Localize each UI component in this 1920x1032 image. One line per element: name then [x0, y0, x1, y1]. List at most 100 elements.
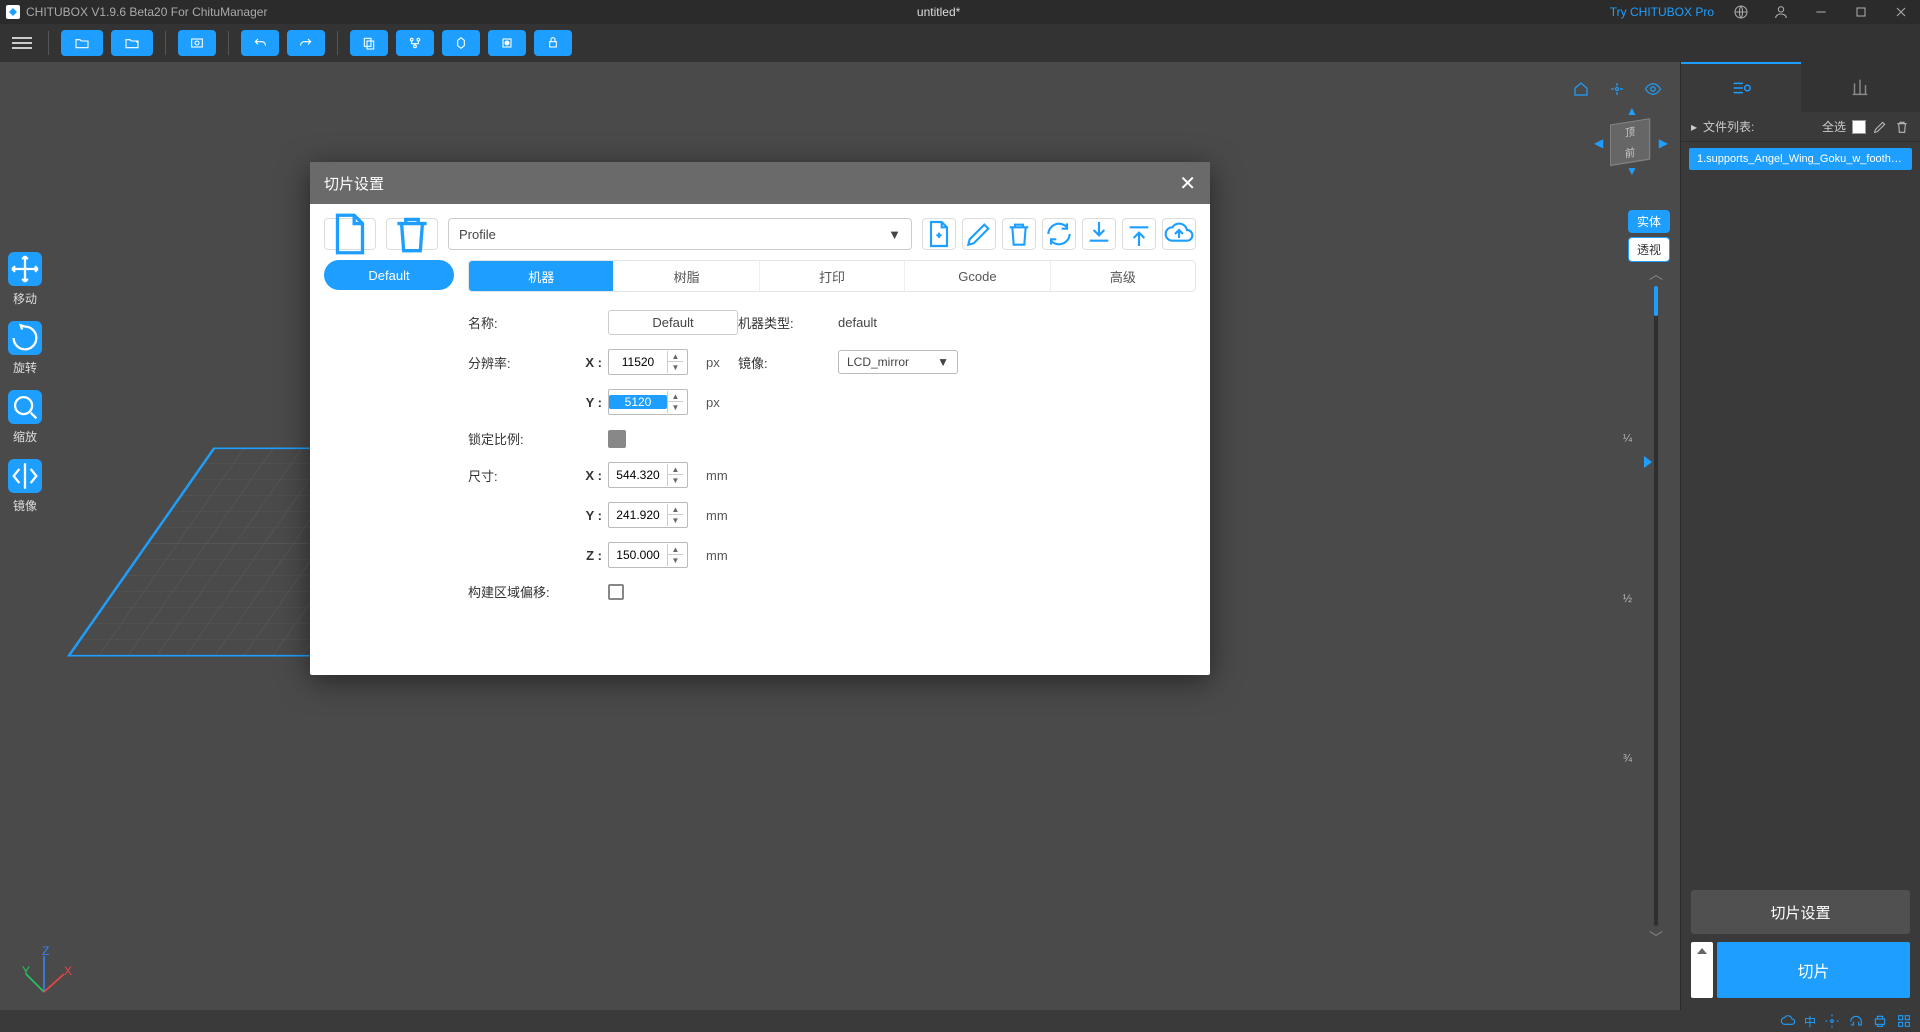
- app-logo-icon: [6, 5, 20, 19]
- status-printer-icon[interactable]: [1872, 1013, 1888, 1029]
- dialog-close-icon[interactable]: ✕: [1179, 171, 1196, 196]
- mirror-tool-button[interactable]: [8, 459, 42, 493]
- status-headset-icon[interactable]: [1848, 1013, 1864, 1029]
- slider-tick: ¾: [1623, 753, 1632, 765]
- menu-icon[interactable]: [8, 31, 36, 55]
- 3d-viewport[interactable]: ⬢⬢ 移动 旋转 缩放 镜像 Z Y X: [0, 62, 1680, 1010]
- slider-up-icon[interactable]: ︿: [1649, 264, 1663, 284]
- perspective-icon[interactable]: [1644, 80, 1662, 98]
- main-toolbar: [0, 24, 1920, 62]
- status-bar: 中: [0, 1010, 1920, 1032]
- step-up-icon[interactable]: ▲: [668, 544, 683, 555]
- center-view-icon[interactable]: [1608, 80, 1626, 98]
- slice-button[interactable]: 切片: [1717, 942, 1910, 998]
- delete-profile-button[interactable]: [386, 218, 438, 250]
- upload-profile-icon[interactable]: [1162, 218, 1196, 250]
- step-up-icon[interactable]: ▲: [668, 504, 683, 515]
- separator: [165, 31, 166, 55]
- try-pro-link[interactable]: Try CHITUBOX Pro: [1610, 5, 1714, 19]
- step-down-icon[interactable]: ▼: [668, 555, 683, 566]
- cube-up-icon[interactable]: ▲: [1626, 104, 1638, 118]
- dialog-titlebar: 切片设置 ✕: [310, 162, 1210, 204]
- edit-profile-icon[interactable]: [962, 218, 996, 250]
- panel-tab-supports[interactable]: [1801, 62, 1920, 112]
- save-button[interactable]: [111, 30, 153, 56]
- panel-tab-settings[interactable]: [1681, 62, 1801, 112]
- select-all-checkbox[interactable]: [1852, 120, 1866, 134]
- scale-tool-button[interactable]: [8, 390, 42, 424]
- new-profile-button[interactable]: [324, 218, 376, 250]
- export-profile-icon[interactable]: [1122, 218, 1156, 250]
- minimize-icon[interactable]: [1808, 3, 1834, 21]
- step-up-icon[interactable]: ▲: [668, 351, 683, 362]
- step-down-icon[interactable]: ▼: [668, 402, 683, 413]
- step-down-icon[interactable]: ▼: [668, 362, 683, 373]
- globe-icon[interactable]: [1728, 3, 1754, 21]
- profile-dropdown[interactable]: Profile ▼: [448, 218, 912, 250]
- slice-options-button[interactable]: [1691, 942, 1713, 998]
- open-button[interactable]: [61, 30, 103, 56]
- close-icon[interactable]: [1888, 3, 1914, 21]
- step-down-icon[interactable]: ▼: [668, 515, 683, 526]
- add-profile-icon[interactable]: [922, 218, 956, 250]
- default-profile-pill[interactable]: Default: [324, 260, 454, 290]
- axis-z-label: Z :: [578, 548, 608, 563]
- size-z-input[interactable]: ▲▼: [608, 542, 688, 568]
- undo-button[interactable]: [241, 30, 279, 56]
- status-cloud-icon[interactable]: [1780, 1013, 1796, 1029]
- step-up-icon[interactable]: ▲: [668, 391, 683, 402]
- lock-ratio-checkbox[interactable]: [608, 430, 626, 448]
- file-list-item[interactable]: 1.supports_Angel_Wing_Goku_w_foothold.st…: [1689, 148, 1912, 170]
- tab-resin[interactable]: 树脂: [614, 261, 759, 291]
- size-y-input[interactable]: ▲▼: [608, 502, 688, 528]
- separator: [228, 31, 229, 55]
- maximize-icon[interactable]: [1848, 3, 1874, 21]
- rotate-tool-button[interactable]: [8, 321, 42, 355]
- status-grid-icon[interactable]: [1824, 1013, 1840, 1029]
- user-icon[interactable]: [1768, 3, 1794, 21]
- view-cube[interactable]: ▲ ▼ ◀ ▶ 顶 前: [1596, 106, 1666, 176]
- trash-profile-icon[interactable]: [1002, 218, 1036, 250]
- redo-button[interactable]: [287, 30, 325, 56]
- status-apps-icon[interactable]: [1896, 1013, 1912, 1029]
- step-down-icon[interactable]: ▼: [668, 475, 683, 486]
- solid-mode-button[interactable]: 实体: [1628, 210, 1670, 233]
- cube-left-icon[interactable]: ◀: [1594, 136, 1603, 150]
- size-x-input[interactable]: ▲▼: [608, 462, 688, 488]
- rotate-tool-label: 旋转: [13, 359, 37, 376]
- move-tool-button[interactable]: [8, 252, 42, 286]
- auto-layout-button[interactable]: [396, 30, 434, 56]
- build-offset-checkbox[interactable]: [608, 584, 624, 600]
- home-view-icon[interactable]: [1572, 80, 1590, 98]
- status-lang[interactable]: 中: [1804, 1013, 1816, 1030]
- slice-settings-button[interactable]: 切片设置: [1691, 890, 1910, 934]
- resolution-x-input[interactable]: ▲▼: [608, 349, 688, 375]
- step-up-icon[interactable]: ▲: [668, 464, 683, 475]
- copy-button[interactable]: [350, 30, 388, 56]
- tab-advanced[interactable]: 高级: [1051, 261, 1195, 291]
- slider-down-icon[interactable]: ﹀: [1649, 928, 1663, 948]
- delete-list-icon[interactable]: [1894, 119, 1910, 135]
- cube-face[interactable]: 顶 前: [1610, 118, 1650, 166]
- perspective-mode-button[interactable]: 透视: [1628, 237, 1670, 262]
- screenshot-button[interactable]: [178, 30, 216, 56]
- name-value[interactable]: Default: [608, 310, 738, 335]
- size-label: 尺寸:: [468, 466, 578, 485]
- cube-right-icon[interactable]: ▶: [1659, 136, 1668, 150]
- dig-hole-button[interactable]: [488, 30, 526, 56]
- slider-track[interactable]: ¼ ½ ¾: [1654, 286, 1658, 926]
- tab-gcode[interactable]: Gcode: [905, 261, 1050, 291]
- chevron-right-icon[interactable]: ▸: [1691, 120, 1697, 134]
- mirror-dropdown[interactable]: LCD_mirror▼: [838, 350, 958, 374]
- tab-print[interactable]: 打印: [760, 261, 905, 291]
- hollow-button[interactable]: [442, 30, 480, 56]
- dialog-title: 切片设置: [324, 173, 384, 194]
- refresh-profile-icon[interactable]: [1042, 218, 1076, 250]
- tab-machine[interactable]: 机器: [469, 261, 614, 291]
- slider-handle-icon[interactable]: [1644, 456, 1652, 468]
- resolution-y-input[interactable]: ▲▼: [608, 389, 688, 415]
- import-profile-icon[interactable]: [1082, 218, 1116, 250]
- edit-list-icon[interactable]: [1872, 119, 1888, 135]
- cube-down-icon[interactable]: ▼: [1626, 164, 1638, 178]
- repair-button[interactable]: [534, 30, 572, 56]
